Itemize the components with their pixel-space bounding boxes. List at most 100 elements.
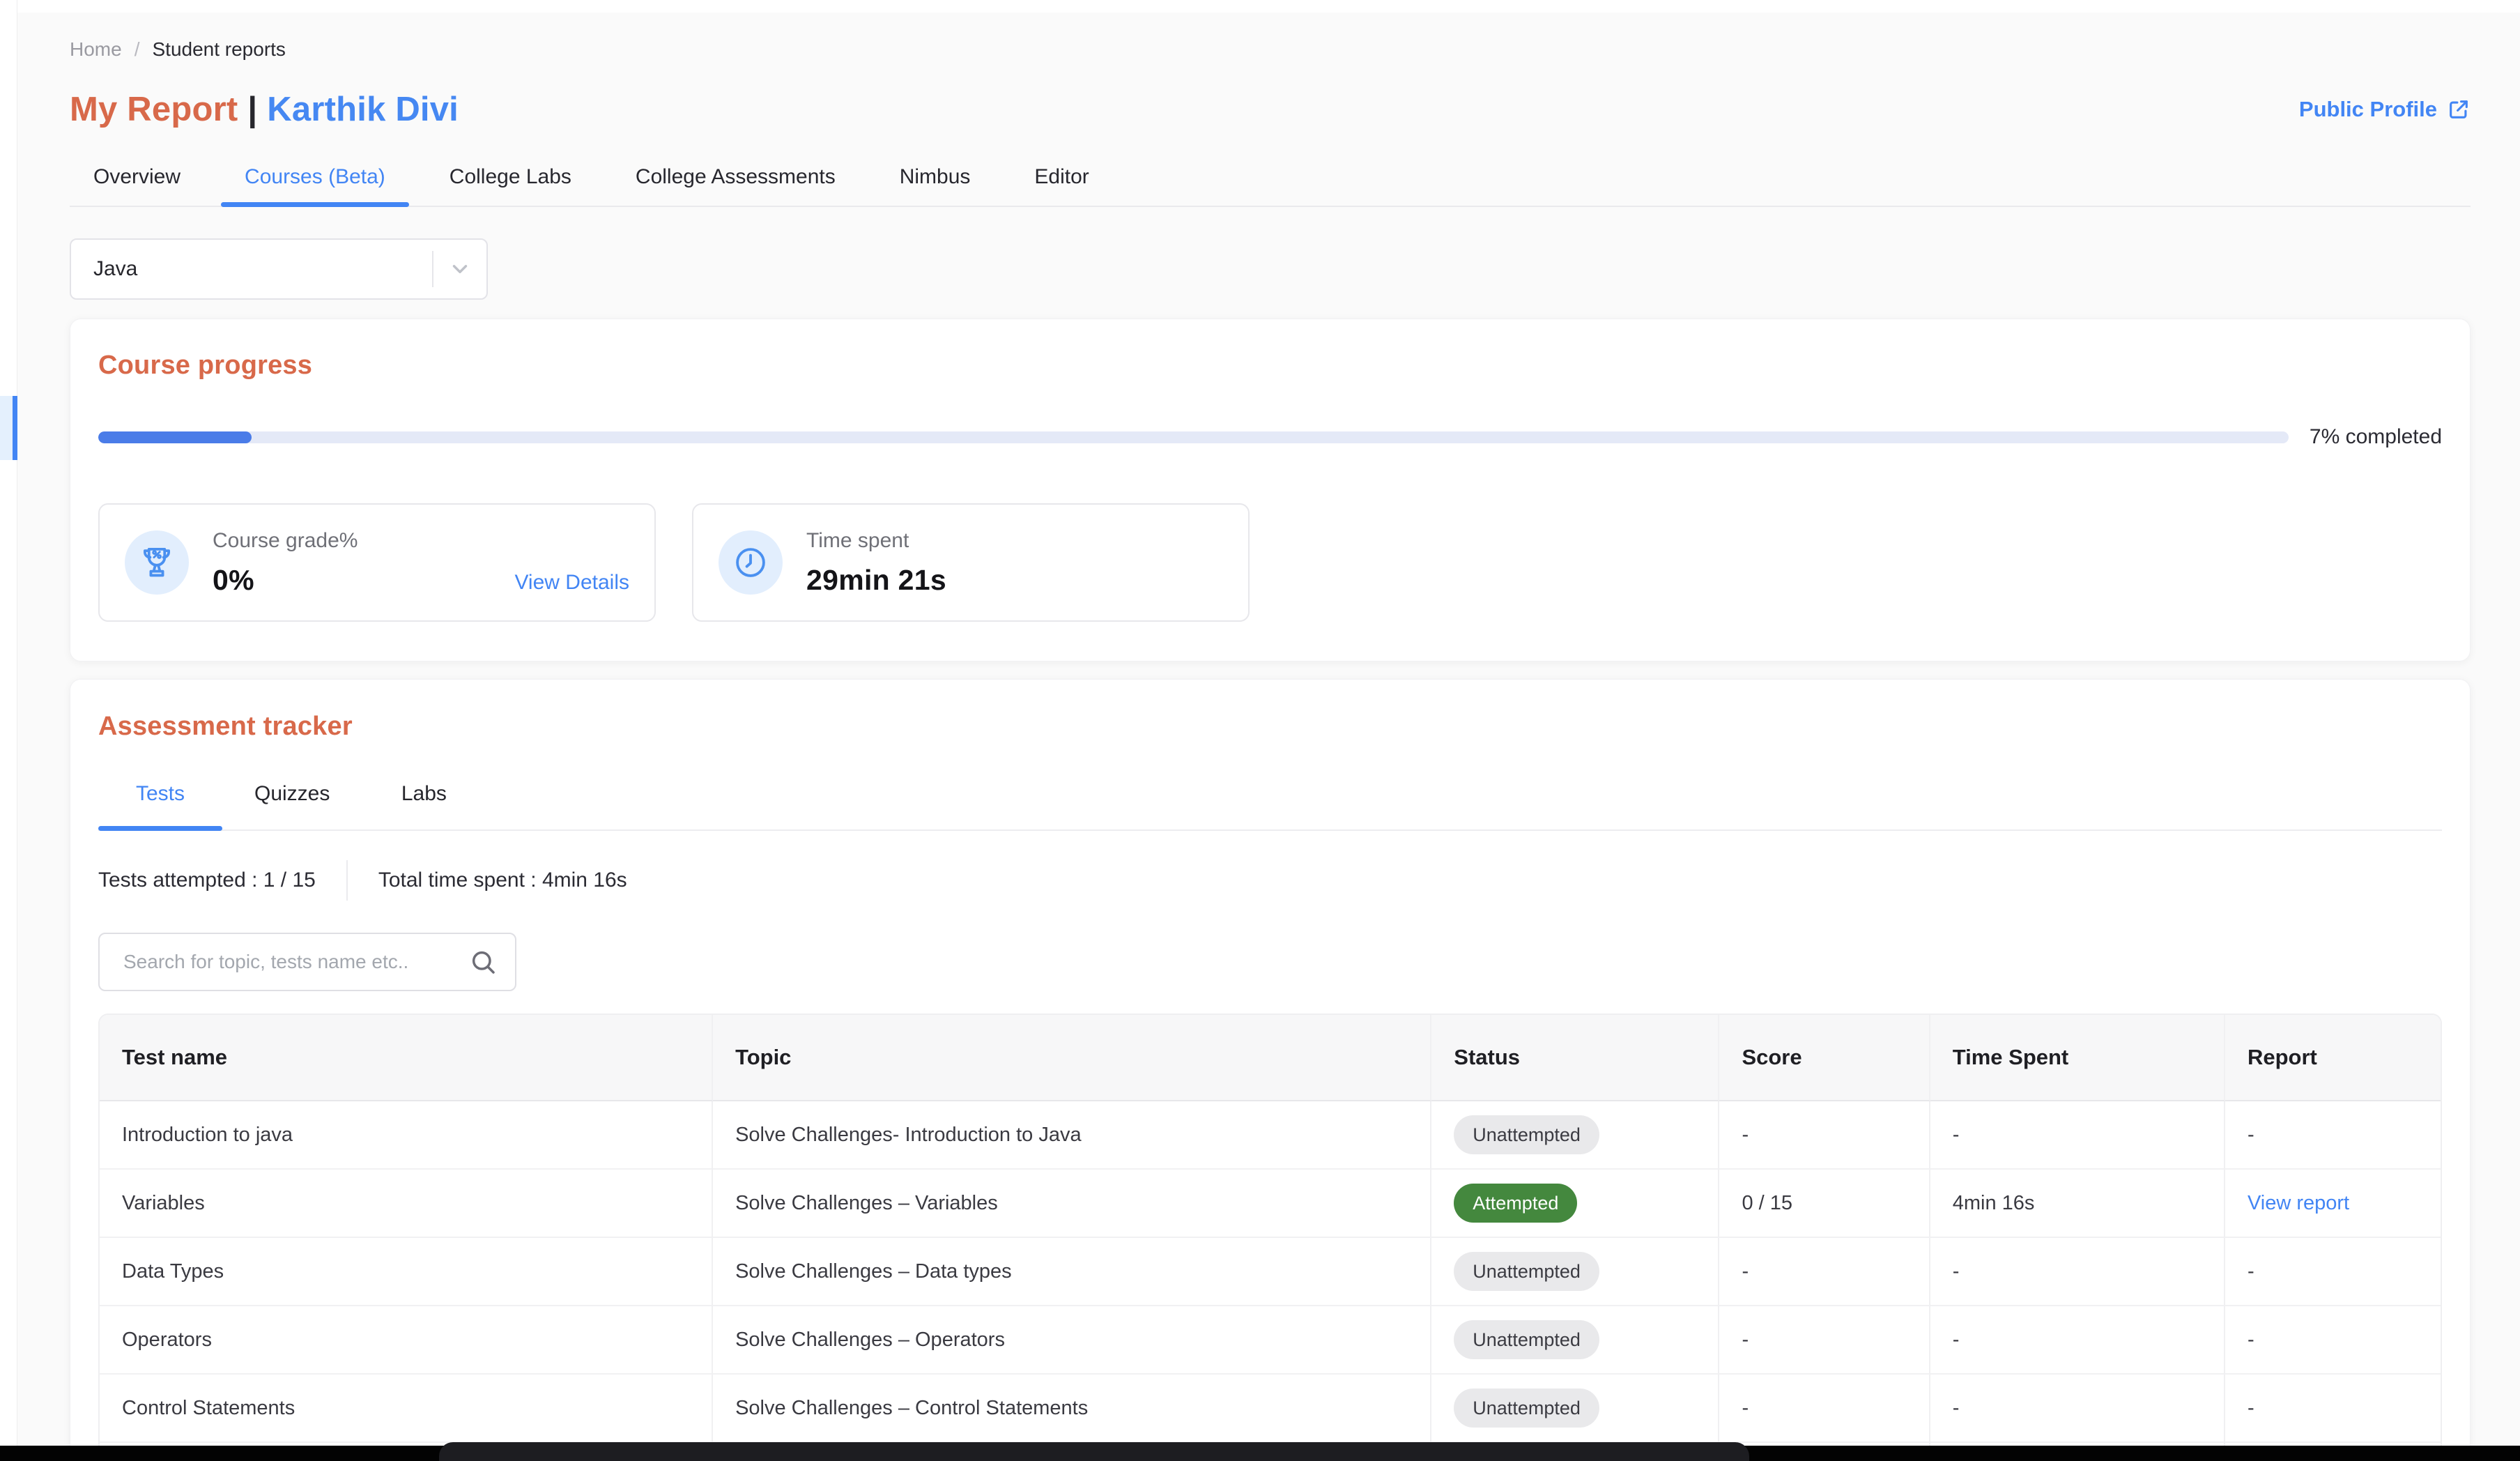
cell-test-name: Data Types	[100, 1238, 713, 1306]
cell-status: Unattempted	[1431, 1238, 1719, 1306]
public-profile-label: Public Profile	[2299, 97, 2437, 122]
tests-attempted-stat: Tests attempted : 1 / 15	[98, 869, 316, 892]
status-badge: Unattempted	[1454, 1389, 1599, 1428]
stats-divider	[346, 860, 348, 901]
column-header-status: Status	[1431, 1015, 1719, 1101]
cell-report: View report	[2225, 1170, 2441, 1238]
table-header-row: Test nameTopicStatusScoreTime SpentRepor…	[100, 1015, 2441, 1101]
table-row: Introduction to javaSolve Challenges- In…	[100, 1101, 2441, 1170]
tracker-tab-quizzes[interactable]: Quizzes	[222, 782, 362, 829]
student-name: Karthik Divi	[267, 91, 459, 128]
search-box	[98, 933, 516, 991]
public-profile-link[interactable]: Public Profile	[2299, 97, 2471, 122]
breadcrumb: Home / Student reports	[70, 38, 2471, 61]
progress-completed-label: 7% completed	[2310, 425, 2442, 449]
tab-nimbus[interactable]: Nimbus	[876, 165, 994, 206]
column-header-topic: Topic	[713, 1015, 1431, 1101]
column-header-test-name: Test name	[100, 1015, 713, 1101]
page-header: My Report| Karthik Divi Public Profile	[70, 90, 2471, 129]
search-icon[interactable]	[469, 948, 497, 976]
cell-report: -	[2225, 1101, 2441, 1170]
cell-score: 0 / 15	[1719, 1170, 1930, 1238]
top-window-strip	[0, 0, 2520, 13]
time-spent-value: 29min 21s	[806, 564, 946, 597]
tab-editor[interactable]: Editor	[1011, 165, 1112, 206]
cell-score: -	[1719, 1306, 1930, 1375]
main-content: Home / Student reports My Report| Karthik…	[17, 0, 2520, 1461]
left-sidebar-strip	[0, 0, 17, 1461]
course-grade-value: 0%	[213, 564, 358, 597]
table-row: Control StatementsSolve Challenges – Con…	[100, 1375, 2441, 1443]
cell-topic: Solve Challenges – Variables	[713, 1170, 1431, 1238]
external-link-icon	[2447, 98, 2471, 121]
cell-status: Unattempted	[1431, 1101, 1719, 1170]
cell-report: -	[2225, 1238, 2441, 1306]
main-tab-bar: Overview Courses (Beta) College Labs Colleg…	[70, 165, 2471, 207]
cell-test-name: Introduction to java	[100, 1101, 713, 1170]
cell-time-spent: 4min 16s	[1930, 1170, 2225, 1238]
title-separator: |	[247, 91, 257, 128]
bottom-dock-edge	[439, 1442, 1749, 1461]
tracker-tab-labs[interactable]: Labs	[362, 782, 486, 829]
course-select-value: Java	[71, 257, 432, 281]
tests-table-wrap: Test nameTopicStatusScoreTime SpentRepor…	[98, 1013, 2442, 1461]
course-grade-texts: Course grade% 0%	[213, 529, 358, 597]
progress-fill	[98, 431, 252, 443]
clock-icon	[719, 530, 783, 595]
cell-topic: Solve Challenges – Operators	[713, 1306, 1431, 1375]
metric-cards: Course grade% 0% View Details Time spent…	[98, 503, 2442, 622]
assessment-tracker-heading: Assessment tracker	[98, 712, 2442, 742]
breadcrumb-current: Student reports	[152, 38, 285, 61]
time-spent-label: Time spent	[806, 529, 946, 553]
total-time-stat: Total time spent : 4min 16s	[378, 869, 627, 892]
course-grade-label: Course grade%	[213, 529, 358, 553]
tab-college-assessments[interactable]: College Assessments	[612, 165, 859, 206]
tracker-tab-tests[interactable]: Tests	[98, 782, 222, 829]
breadcrumb-separator: /	[135, 38, 140, 61]
table-body: Introduction to javaSolve Challenges- In…	[100, 1101, 2441, 1461]
page-title: My Report| Karthik Divi	[70, 90, 459, 129]
time-spent-texts: Time spent 29min 21s	[806, 529, 946, 597]
report-title: My Report	[70, 91, 238, 128]
course-progress-bar-row: 7% completed	[98, 425, 2442, 449]
cell-score: -	[1719, 1101, 1930, 1170]
cell-time-spent: -	[1930, 1306, 2225, 1375]
cell-test-name: Operators	[100, 1306, 713, 1375]
cell-status: Unattempted	[1431, 1306, 1719, 1375]
status-badge: Unattempted	[1454, 1115, 1599, 1154]
cell-time-spent: -	[1930, 1101, 2225, 1170]
cell-time-spent: -	[1930, 1375, 2225, 1443]
course-progress-heading: Course progress	[98, 351, 2442, 381]
tests-table: Test nameTopicStatusScoreTime SpentRepor…	[100, 1015, 2441, 1461]
cell-report: -	[2225, 1375, 2441, 1443]
trophy-icon	[125, 530, 189, 595]
breadcrumb-home-link[interactable]: Home	[70, 38, 122, 61]
table-row: OperatorsSolve Challenges – OperatorsUna…	[100, 1306, 2441, 1375]
cell-test-name: Control Statements	[100, 1375, 713, 1443]
column-header-score: Score	[1719, 1015, 1930, 1101]
tab-courses-beta[interactable]: Courses (Beta)	[221, 165, 409, 206]
progress-track	[98, 431, 2289, 443]
course-select[interactable]: Java	[70, 238, 488, 300]
cell-test-name: Variables	[100, 1170, 713, 1238]
cell-report: -	[2225, 1306, 2441, 1375]
time-spent-card: Time spent 29min 21s	[692, 503, 1250, 622]
table-row: VariablesSolve Challenges – VariablesAtt…	[100, 1170, 2441, 1238]
table-row: Data TypesSolve Challenges – Data types U…	[100, 1238, 2441, 1306]
course-grade-card: Course grade% 0% View Details	[98, 503, 656, 622]
status-badge: Unattempted	[1454, 1252, 1599, 1291]
cell-topic: Solve Challenges – Data types	[713, 1238, 1431, 1306]
search-input[interactable]	[98, 933, 516, 991]
cell-score: -	[1719, 1375, 1930, 1443]
cell-topic: Solve Challenges- Introduction to Java	[713, 1101, 1431, 1170]
chevron-down-icon	[433, 257, 486, 281]
view-details-link[interactable]: View Details	[514, 571, 629, 595]
cell-time-spent: -	[1930, 1238, 2225, 1306]
cell-status: Attempted	[1431, 1170, 1719, 1238]
tab-college-labs[interactable]: College Labs	[426, 165, 595, 206]
tab-overview[interactable]: Overview	[70, 165, 204, 206]
tracker-tab-bar: TestsQuizzesLabs	[98, 782, 2442, 831]
cell-status: Unattempted	[1431, 1375, 1719, 1443]
sidebar-active-indicator[interactable]	[0, 396, 17, 460]
view-report-link[interactable]: View report	[2248, 1192, 2349, 1214]
